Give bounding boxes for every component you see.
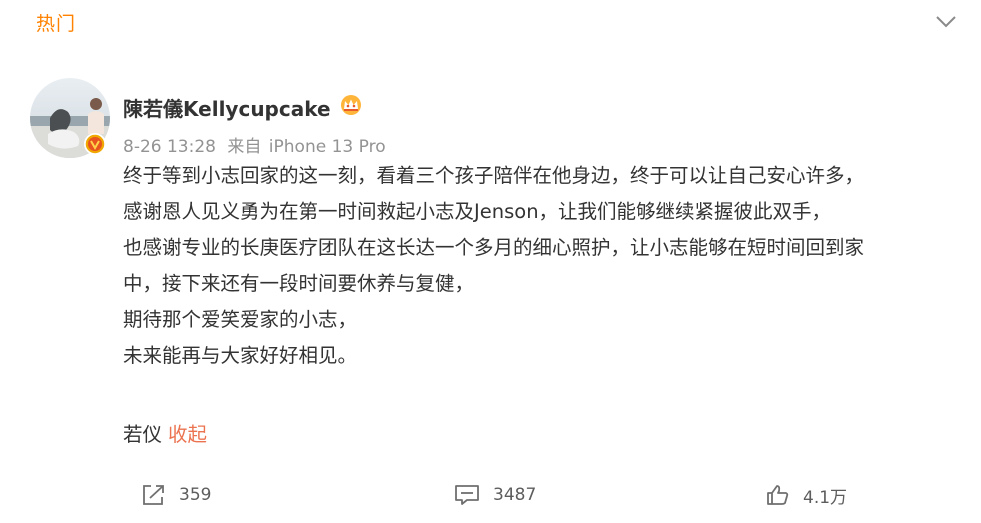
crown-icon[interactable] [338, 94, 364, 116]
repost-count: 359 [179, 485, 212, 505]
comment-count: 3487 [493, 485, 537, 505]
post-content: 终于等到小志回家的这一刻，看着三个孩子陪伴在他身边，终于可以让自己安心许多， 感… [123, 158, 968, 374]
like-button[interactable]: 4.1万 [765, 480, 847, 510]
verified-v-icon [84, 133, 106, 155]
post-meta: 8-26 13:28 来自 iPhone 13 Pro [123, 132, 392, 157]
like-icon [767, 485, 789, 505]
author-name[interactable]: 陳若儀Kellycupcake [123, 93, 331, 122]
content-line: 终于等到小志回家的这一刻，看着三个孩子陪伴在他身边，终于可以让自己安心许多， [123, 164, 865, 187]
weibo-post-card: 热门 陳若儀Kellycupcake 8-26 13:28 来自 iPhone … [0, 0, 981, 523]
content-line: 也感谢专业的长庚医疗团队在这长达一个多月的细心照护，让小志能够在短时间回到家 [123, 236, 865, 259]
content-line: 中，接下来还有一段时间要休养与复健， [123, 272, 475, 295]
content-line: 感谢恩人见义勇为在第一时间救起小志及Jenson，让我们能够继续紧握彼此双手， [123, 200, 832, 223]
repost-button[interactable]: 359 [141, 480, 211, 510]
post-source: iPhone 13 Pro [268, 137, 386, 157]
post-time[interactable]: 8-26 13:28 [123, 137, 216, 157]
hot-tab-label[interactable]: 热门 [36, 9, 76, 36]
collapse-link[interactable]: 收起 [168, 423, 207, 446]
comment-icon [455, 485, 479, 505]
like-count: 4.1万 [803, 487, 848, 508]
post-signature: 若仪 [123, 423, 163, 446]
post-signature-row: 若仪 收起 [123, 418, 207, 447]
comment-button[interactable]: 3487 [453, 480, 536, 510]
content-line: 期待那个爱笑爱家的小志， [123, 308, 358, 331]
chevron-down-icon[interactable] [934, 11, 958, 31]
source-label: 来自 [227, 137, 262, 157]
content-line: 未来能再与大家好好相见。 [123, 344, 358, 367]
repost-icon [143, 485, 164, 505]
